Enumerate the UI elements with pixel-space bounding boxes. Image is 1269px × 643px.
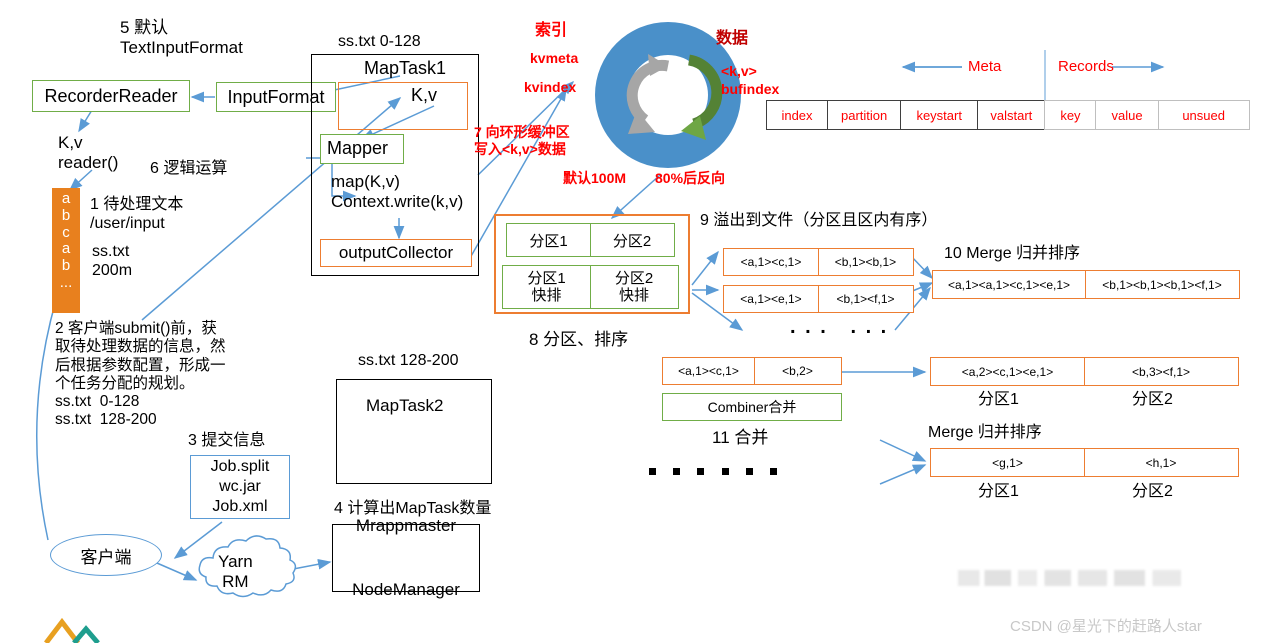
- split-letter: c: [62, 223, 70, 241]
- yarn-rm-label: Yarn RM: [218, 552, 253, 592]
- step1-label: 1 待处理文本 /user/input: [90, 196, 184, 232]
- merge-cell-right: <b,1><b,1><b,1><f,1>: [1084, 270, 1240, 299]
- csdn-watermark: CSDN @星光下的赶路人star: [1010, 618, 1202, 635]
- kv-outer-box: [338, 82, 468, 130]
- kv-label: K,v: [411, 85, 438, 105]
- mrappmaster-text: Mrappmaster NodeManager: [352, 515, 460, 600]
- step10-label: 10 Merge 归并排序: [944, 245, 1081, 262]
- kv-reader-label: K,v reader(): [58, 133, 119, 173]
- combiner-box[interactable]: Combiner合并: [662, 393, 842, 421]
- step5-label: 5 默认 TextInputFormat: [120, 18, 243, 58]
- mapper-label: Mapper: [327, 138, 389, 158]
- partition-cell: 分区2: [589, 223, 675, 257]
- record-cell-value: value: [1095, 100, 1160, 130]
- output-collector-box[interactable]: outputCollector: [320, 239, 472, 267]
- meta-cell-partition: partition: [826, 100, 902, 130]
- ring-kvindex-label: kvindex: [524, 79, 577, 95]
- partition-row-2: 分区1 快排 分区2 快排: [502, 265, 679, 309]
- split-letter: b: [61, 257, 71, 275]
- partition-row-1: 分区1 分区2: [506, 223, 675, 257]
- recorder-reader-box[interactable]: RecorderReader: [32, 80, 190, 112]
- map-context-label: map(K,v) Context.write(k,v): [331, 172, 464, 212]
- final-cell-right: <h,1>: [1083, 448, 1239, 477]
- step6-label: 6 逻辑运算: [150, 160, 228, 177]
- partition-cell: 分区1: [506, 223, 591, 257]
- bottom-dots-group-2: [722, 468, 777, 475]
- step3-label: 3 提交信息: [188, 432, 266, 449]
- step11-label: 11 合并: [712, 428, 769, 447]
- spill-cell-left: <a,1><c,1>: [723, 248, 819, 276]
- final-row-1-right-caption: 分区2: [1132, 391, 1173, 408]
- logo-chevrons: [44, 617, 100, 643]
- merge-row: <a,1><a,1><c,1><e,1> <b,1><b,1><b,1><f,1…: [932, 270, 1240, 299]
- mrappmaster-box[interactable]: Mrappmaster NodeManager: [332, 516, 480, 599]
- split-letter: a: [61, 240, 71, 258]
- final-row-2-right-caption: 分区2: [1132, 483, 1173, 500]
- partition-sort-cell: 分区1 快排: [502, 265, 591, 309]
- ring-index-title: 索引: [535, 22, 568, 39]
- client-ellipse[interactable]: 客户端: [50, 534, 162, 576]
- spill-file-row-2: <a,1><e,1> <b,1><f,1>: [723, 285, 914, 313]
- final-cell-left: <a,2><c,1><e,1>: [930, 357, 1085, 386]
- final-row-1: <a,2><c,1><e,1> <b,3><f,1>: [930, 357, 1239, 386]
- combine-cell-left: <a,1><c,1>: [662, 357, 755, 385]
- output-collector-label: outputCollector: [338, 243, 454, 262]
- spill-cell-right: <b,1><f,1>: [817, 285, 914, 313]
- record-cell-unsued: unsued: [1157, 100, 1250, 130]
- input-split-block: a b c a b ...: [52, 188, 80, 313]
- final-row-1-left-caption: 分区1: [978, 391, 1019, 408]
- split-letter: a: [61, 190, 71, 207]
- split-letter: b: [61, 206, 71, 224]
- combiner-label: Combiner合并: [707, 399, 797, 415]
- partition-sort-cell: 分区2 快排: [589, 265, 679, 309]
- maptask1-range-label: ss.txt 0-128: [338, 33, 421, 50]
- spill-dots-label: . . . . . .: [790, 316, 889, 338]
- maptask1-title: MapTask1: [364, 58, 447, 78]
- blurred-watermark-band: [958, 570, 1198, 586]
- merge-sort-label-2: Merge 归并排序: [928, 424, 1042, 441]
- split-letter: ...: [59, 273, 73, 291]
- final-row-2-left-caption: 分区1: [978, 483, 1019, 500]
- meta-arrow-label: Meta: [968, 58, 1002, 75]
- step1-file-label: ss.txt 200m: [92, 243, 133, 279]
- meta-cell-valstart: valstart: [976, 100, 1046, 130]
- step7-label: 7 向环形缓冲区 写入<k,v>数据: [474, 124, 570, 157]
- step9-label: 9 溢出到文件（分区且区内有序）: [700, 212, 938, 229]
- ring-default-size-label: 默认100M: [563, 170, 627, 186]
- merge-cell-left: <a,1><a,1><c,1><e,1>: [932, 270, 1086, 299]
- step8-label: 8 分区、排序: [529, 330, 629, 349]
- ring-bufindex-label: bufindex: [721, 81, 780, 97]
- ring-kv-label: <k,v>: [721, 63, 757, 79]
- combine-row: <a,1><c,1> <b,2>: [662, 357, 842, 385]
- maptask2-range-label: ss.txt 128-200: [358, 352, 459, 369]
- final-cell-left: <g,1>: [930, 448, 1085, 477]
- ring-reverse-label: 80%后反向: [655, 170, 726, 186]
- step2-label: 2 客户端submit()前，获 取待处理数据的信息，然 后根据参数配置，形成一…: [55, 320, 226, 429]
- final-cell-right: <b,3><f,1>: [1083, 357, 1239, 386]
- meta-records-table: index partition keystart valstart key va…: [766, 100, 1250, 130]
- spill-cell-right: <b,1><b,1>: [817, 248, 914, 276]
- final-row-2: <g,1> <h,1>: [930, 448, 1239, 477]
- job-files-text: Job.split wc.jar Job.xml: [210, 458, 270, 515]
- ring-kvmeta-label: kvmeta: [530, 50, 579, 66]
- record-cell-key: key: [1044, 100, 1097, 130]
- job-files-box[interactable]: Job.split wc.jar Job.xml: [190, 455, 290, 519]
- bottom-dots-group-1: [649, 468, 704, 475]
- spill-file-row-1: <a,1><c,1> <b,1><b,1>: [723, 248, 914, 276]
- client-label: 客户端: [80, 547, 132, 567]
- records-arrow-label: Records: [1058, 58, 1114, 75]
- combine-cell-right: <b,2>: [753, 357, 842, 385]
- diagram-canvas: 5 默认 TextInputFormat RecorderReader Inpu…: [0, 0, 1269, 643]
- maptask2-title: MapTask2: [366, 396, 444, 415]
- maptask2-box[interactable]: [336, 379, 492, 484]
- meta-cell-keystart: keystart: [900, 100, 979, 130]
- ring-data-title: 数据: [716, 30, 749, 47]
- meta-cell-index: index: [766, 100, 828, 130]
- spill-cell-left: <a,1><e,1>: [723, 285, 819, 313]
